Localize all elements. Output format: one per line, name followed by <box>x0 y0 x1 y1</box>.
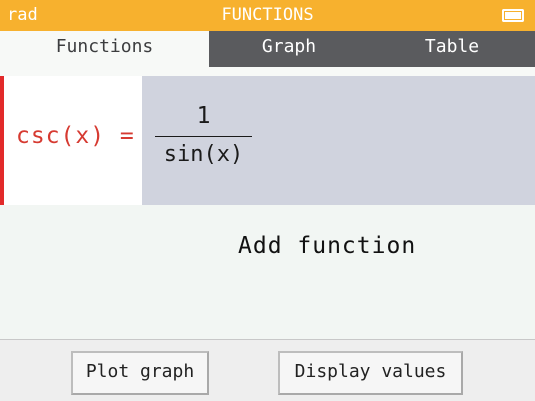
function-expression-cell[interactable]: 1 sin(x) <box>142 76 535 205</box>
tab-functions[interactable]: Functions <box>0 31 209 67</box>
display-values-button[interactable]: Display values <box>278 351 463 395</box>
status-bar: rad FUNCTIONS <box>0 0 535 31</box>
function-row[interactable]: csc(x) = 1 sin(x) <box>0 76 535 205</box>
function-name: csc(x) = <box>16 123 135 149</box>
function-name-cell[interactable]: csc(x) = <box>4 76 142 205</box>
plot-graph-button[interactable]: Plot graph <box>71 351 209 395</box>
tab-graph[interactable]: Graph <box>209 31 369 67</box>
fraction-denominator: sin(x) <box>163 142 244 167</box>
battery-terminal <box>502 9 524 22</box>
list-top-spacer <box>0 67 535 76</box>
add-function-button[interactable]: Add function <box>0 205 535 289</box>
fraction-numerator: 1 <box>196 103 211 129</box>
tab-bar: Functions Graph Table <box>0 31 535 67</box>
add-function-label: Add function <box>238 233 417 259</box>
fraction-bar <box>155 136 252 137</box>
bottom-button-bar: Plot graph Display values <box>0 339 535 401</box>
tab-table[interactable]: Table <box>369 31 535 67</box>
app-title: FUNCTIONS <box>221 5 314 25</box>
fraction: 1 sin(x) <box>155 101 252 170</box>
